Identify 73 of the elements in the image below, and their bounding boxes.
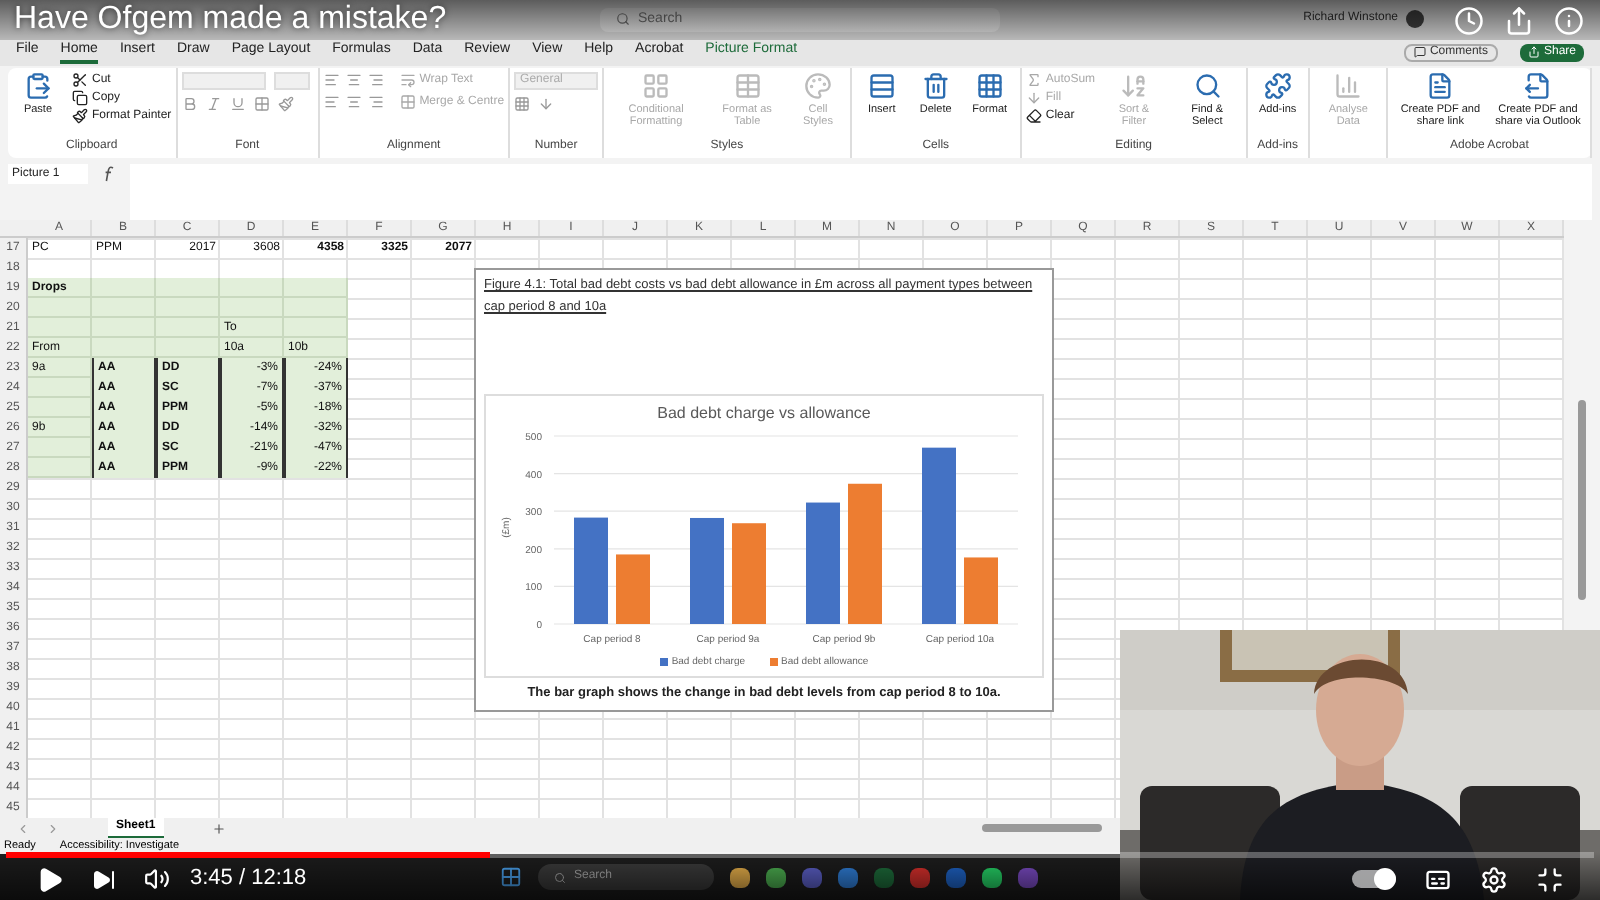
- share-icon[interactable]: [1504, 6, 1534, 36]
- bar: [806, 503, 840, 625]
- share-icon: [1527, 46, 1540, 59]
- scroll-left-icon[interactable]: [16, 821, 30, 836]
- search-icon: [554, 871, 566, 884]
- ribbon-icon: [1025, 89, 1042, 106]
- align-icon[interactable]: [323, 71, 340, 88]
- play-icon[interactable]: [36, 865, 64, 893]
- bar: [690, 518, 724, 625]
- search-icon: [616, 12, 630, 27]
- horizontal-scrollbar[interactable]: [981, 824, 1102, 833]
- watch-later-icon[interactable]: [1454, 6, 1484, 36]
- autoplay-toggle[interactable]: [1352, 870, 1396, 888]
- ribbon-icon: [1334, 71, 1363, 100]
- bar: [616, 554, 650, 625]
- taskbar-app-icon[interactable]: [766, 867, 786, 888]
- volume-icon[interactable]: [144, 866, 170, 892]
- ribbon-icon: [399, 71, 416, 88]
- ribbon-icon: [1119, 71, 1148, 100]
- taskbar-app-icon[interactable]: [838, 867, 858, 888]
- legend-swatch: [769, 658, 778, 667]
- ribbon-icon: [867, 71, 896, 100]
- ribbon-icon: [1523, 71, 1552, 100]
- bold-icon[interactable]: [181, 95, 198, 112]
- function-icon[interactable]: [104, 166, 114, 183]
- decimal-icon[interactable]: [538, 95, 555, 112]
- progress-bar[interactable]: [6, 852, 1594, 858]
- ribbon-icon: [921, 71, 950, 100]
- time-display: 3:45 / 12:18: [190, 864, 307, 895]
- taskbar-app-icon[interactable]: [730, 867, 750, 888]
- next-icon[interactable]: [92, 867, 116, 891]
- ribbon-icon: [975, 71, 1004, 100]
- bar: [732, 523, 766, 625]
- ribbon-icon: [803, 71, 832, 100]
- align-icon[interactable]: [367, 71, 384, 88]
- ribbon-icon: [1025, 71, 1042, 88]
- ribbon-icon: [733, 71, 762, 100]
- avatar[interactable]: [1406, 10, 1424, 29]
- align-icon[interactable]: [323, 93, 340, 110]
- chart-title: Bad debt charge vs allowance: [657, 404, 871, 425]
- ribbon-icon: [24, 71, 52, 100]
- align-icon[interactable]: [345, 93, 362, 110]
- ribbon-icon: [1263, 71, 1292, 100]
- settings-icon[interactable]: [1480, 865, 1508, 893]
- underline-icon[interactable]: [229, 95, 246, 112]
- ribbon-icon: [1426, 71, 1455, 100]
- legend-swatch: [659, 658, 668, 667]
- font-name-field[interactable]: [181, 71, 266, 90]
- font-size-field[interactable]: [273, 71, 310, 90]
- ribbon-icon: [399, 93, 416, 110]
- borders-icon[interactable]: [253, 95, 270, 112]
- comment-icon: [1413, 46, 1426, 59]
- bar: [964, 557, 998, 625]
- start-icon[interactable]: [500, 866, 522, 889]
- ribbon-icon: [1193, 71, 1222, 100]
- info-icon[interactable]: [1554, 6, 1584, 36]
- align-icon[interactable]: [345, 71, 362, 88]
- formula-field[interactable]: [130, 164, 1592, 221]
- ribbon-icon: [1025, 107, 1042, 124]
- bar: [848, 484, 882, 625]
- bar: [574, 518, 608, 625]
- scroll-right-icon[interactable]: [46, 821, 60, 836]
- ribbon-icon: [642, 71, 671, 100]
- video-title[interactable]: Have Ofgem made a mistake?: [14, 2, 447, 38]
- vertical-scrollbar[interactable]: [1578, 400, 1586, 601]
- captions-icon[interactable]: [1424, 865, 1452, 893]
- taskbar-app-icon[interactable]: [982, 867, 1002, 888]
- align-icon[interactable]: [367, 93, 384, 110]
- italic-icon[interactable]: [205, 95, 222, 112]
- exit-fullscreen-icon[interactable]: [1536, 865, 1564, 893]
- currency-icon[interactable]: [514, 95, 531, 112]
- taskbar-app-icon[interactable]: [910, 867, 930, 888]
- add-sheet-icon[interactable]: [211, 821, 226, 836]
